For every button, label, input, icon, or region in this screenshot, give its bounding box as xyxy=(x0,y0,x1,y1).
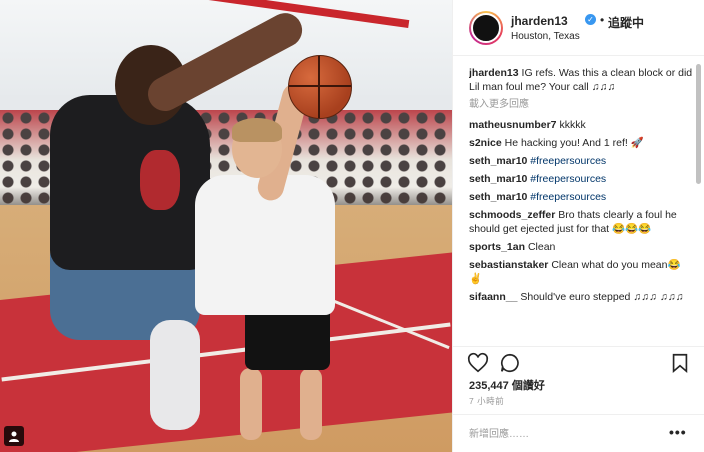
comment-hashtag-link[interactable]: #freepersources xyxy=(530,173,606,185)
location-link[interactable]: Houston, Texas xyxy=(511,31,580,42)
comment-icon[interactable] xyxy=(499,352,521,374)
player-leg-sleeve xyxy=(150,320,200,430)
post-timestamp[interactable]: 7 小時前 xyxy=(469,395,504,407)
verified-badge-icon: ✓ xyxy=(585,14,596,25)
comment-hashtag-link[interactable]: #freepersources xyxy=(530,155,606,167)
comment-text: kkkkk xyxy=(559,119,586,131)
comment-list[interactable]: jharden13 IG refs. Was this a clean bloc… xyxy=(469,66,693,344)
user-tag-icon[interactable] xyxy=(4,426,24,446)
comment-item: schmoods_zeffer Bro thats clearly a foul… xyxy=(469,208,693,236)
comments-scrollbar[interactable] xyxy=(696,64,701,344)
separator-dot: • xyxy=(600,13,605,27)
comment-item: matheusnumber7 kkkkk xyxy=(469,118,693,132)
following-button[interactable]: 追蹤中 xyxy=(608,14,644,31)
comment-username[interactable]: seth_mar10 xyxy=(469,173,527,185)
comment-username[interactable]: s2nice xyxy=(469,137,502,149)
comment-text: Clean xyxy=(527,241,556,253)
comment-text: Should've euro stepped ♫♫♫ ♫♫♫ xyxy=(520,291,684,303)
comment-username[interactable]: schmoods_zeffer xyxy=(469,209,555,221)
basketball xyxy=(288,55,352,119)
post-header: jharden13 ✓ • 追蹤中 Houston, Texas xyxy=(453,0,704,56)
comment-item: s2nice He hacking you! And 1 ref! 🚀 xyxy=(469,136,693,150)
kid-hair xyxy=(232,118,282,142)
kid-leg xyxy=(240,368,262,440)
comment-username[interactable]: matheusnumber7 xyxy=(469,119,557,131)
shirt-logo xyxy=(140,150,180,210)
comment-username[interactable]: seth_mar10 xyxy=(469,155,527,167)
avatar[interactable] xyxy=(471,13,501,43)
add-comment-input[interactable] xyxy=(469,427,659,441)
caption-username[interactable]: jharden13 xyxy=(469,67,519,79)
username-link[interactable]: jharden13 xyxy=(511,14,568,28)
post-photo[interactable] xyxy=(0,0,452,452)
comment-form: ••• xyxy=(453,414,704,452)
comment-item: sebastianstaker Clean what do you mean😂 … xyxy=(469,258,693,286)
caption: jharden13 IG refs. Was this a clean bloc… xyxy=(469,66,693,94)
post-sidebar: jharden13 ✓ • 追蹤中 Houston, Texas jharden… xyxy=(452,0,704,452)
scrollbar-thumb[interactable] xyxy=(696,64,701,184)
comment-item: seth_mar10 #freepersources xyxy=(469,154,693,168)
more-options-icon[interactable]: ••• xyxy=(669,424,687,440)
comment-username[interactable]: seth_mar10 xyxy=(469,191,527,203)
comment-item: sports_1an Clean xyxy=(469,240,693,254)
bookmark-icon[interactable] xyxy=(669,352,691,374)
load-more-comments-link[interactable]: 載入更多回應 xyxy=(469,98,693,112)
action-bar xyxy=(453,346,704,376)
comment-item: sifaann__ Should've euro stepped ♫♫♫ ♫♫♫ xyxy=(469,290,693,304)
comment-username[interactable]: sebastianstaker xyxy=(469,259,548,271)
heart-icon[interactable] xyxy=(467,352,489,374)
player-shirt xyxy=(50,95,210,270)
avatar-story-ring[interactable] xyxy=(469,11,503,45)
comment-item: seth_mar10 #freepersources xyxy=(469,190,693,204)
comment-hashtag-link[interactable]: #freepersources xyxy=(530,191,606,203)
comment-text: He hacking you! And 1 ref! 🚀 xyxy=(504,137,644,149)
comment-item: seth_mar10 #freepersources xyxy=(469,172,693,186)
kid-leg xyxy=(300,368,322,440)
comment-username[interactable]: sifaann__ xyxy=(469,291,517,303)
comment-username[interactable]: sports_1an xyxy=(469,241,525,253)
like-count[interactable]: 235,447 個讚好 xyxy=(469,377,545,393)
